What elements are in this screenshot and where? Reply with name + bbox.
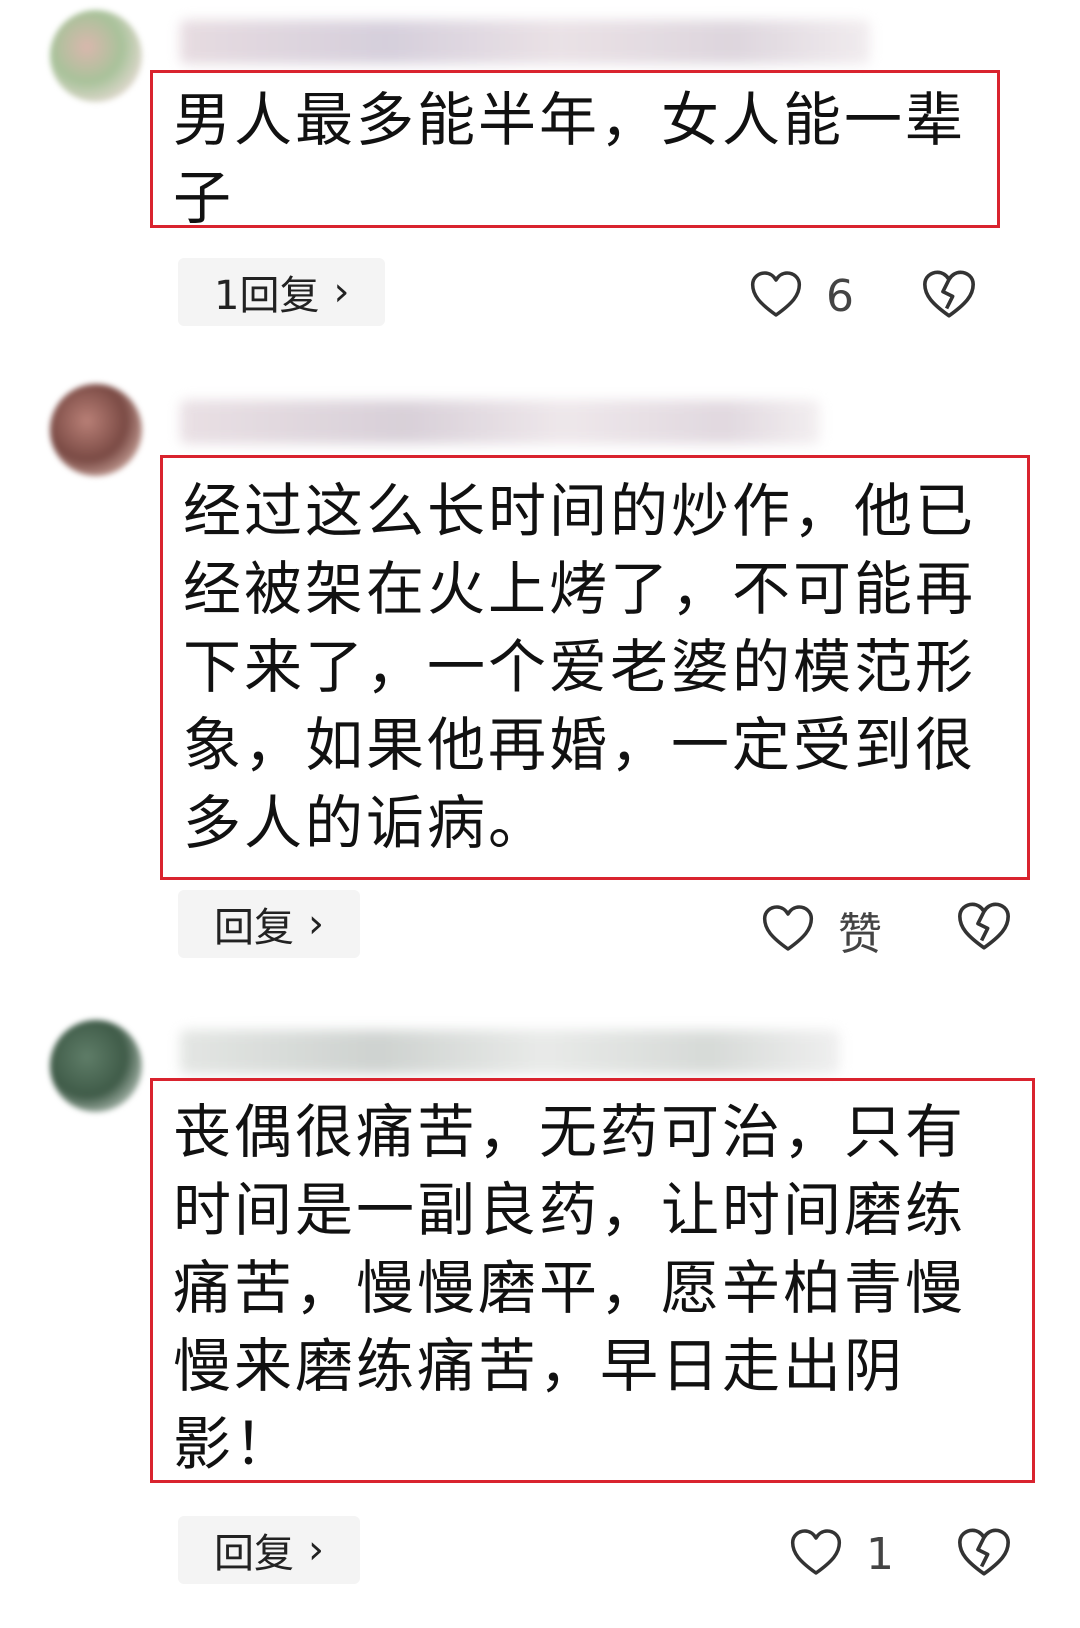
comment-text-line: 多人的诟病。 <box>183 789 550 857</box>
like-count: 6 <box>826 270 854 322</box>
reply-button[interactable]: 回复 › <box>178 1516 360 1584</box>
broken-heart-icon <box>955 1528 1013 1585</box>
comment-text-box: 丧偶很痛苦，无药可治，只有 时间是一副良药，让时间磨练 痛苦，慢慢磨平，愿辛柏青… <box>150 1078 1035 1483</box>
chevron-right-icon: › <box>333 269 350 315</box>
chevron-right-icon: › <box>308 901 324 947</box>
avatar[interactable] <box>50 10 142 102</box>
dislike-button[interactable] <box>920 265 978 327</box>
broken-heart-icon <box>920 270 978 327</box>
heart-outline-icon <box>748 266 804 326</box>
like-button[interactable]: 1 <box>788 1524 894 1584</box>
username-blurred[interactable] <box>180 400 820 444</box>
reply-label: 1回复 <box>214 273 320 319</box>
comment-text-box: 男人最多能半年，女人能一辈 子 <box>150 70 1000 232</box>
username-blurred[interactable] <box>180 20 870 64</box>
like-count: 赞 <box>838 909 882 960</box>
chevron-right-icon: › <box>308 1527 324 1573</box>
comment-text-line: 慢来磨练痛苦，早日走出阴 <box>173 1332 906 1400</box>
comment-text-line: 影！ <box>173 1410 296 1478</box>
heart-outline-icon <box>788 1524 844 1584</box>
reply-label: 回复 <box>214 1531 294 1577</box>
dislike-button[interactable] <box>955 897 1013 959</box>
broken-heart-icon <box>955 902 1013 959</box>
like-count: 1 <box>866 1528 894 1580</box>
like-button[interactable]: 6 <box>748 266 854 326</box>
avatar[interactable] <box>50 384 142 476</box>
dislike-button[interactable] <box>955 1523 1013 1585</box>
reply-button[interactable]: 1回复 › <box>178 258 386 326</box>
reply-label: 回复 <box>214 905 294 951</box>
avatar[interactable] <box>50 1020 142 1112</box>
reply-button[interactable]: 回复 › <box>178 890 360 958</box>
comment-text-line: 痛苦，慢慢磨平，愿辛柏青慢 <box>173 1254 967 1322</box>
comment-text-line: 男人最多能半年，女人能一辈 <box>173 86 967 154</box>
comment-text-line: 经被架在火上烤了，不可能再 <box>183 555 977 623</box>
comment-text-line: 经过这么长时间的炒作，他已 <box>183 477 977 545</box>
comment-text-line: 下来了，一个爱老婆的模范形 <box>183 633 977 701</box>
comment-text-line: 丧偶很痛苦，无药可治，只有 <box>173 1098 967 1166</box>
heart-outline-icon <box>760 900 816 960</box>
comment-text-line: 时间是一副良药，让时间磨练 <box>173 1176 967 1244</box>
comment-text-line: 子 <box>173 164 235 232</box>
comment-text-line: 象，如果他再婚，一定受到很 <box>183 711 977 779</box>
username-blurred[interactable] <box>180 1030 840 1074</box>
comment-text-box: 经过这么长时间的炒作，他已 经被架在火上烤了，不可能再 下来了，一个爱老婆的模范… <box>160 455 1030 880</box>
like-button[interactable]: 赞 <box>760 898 882 962</box>
